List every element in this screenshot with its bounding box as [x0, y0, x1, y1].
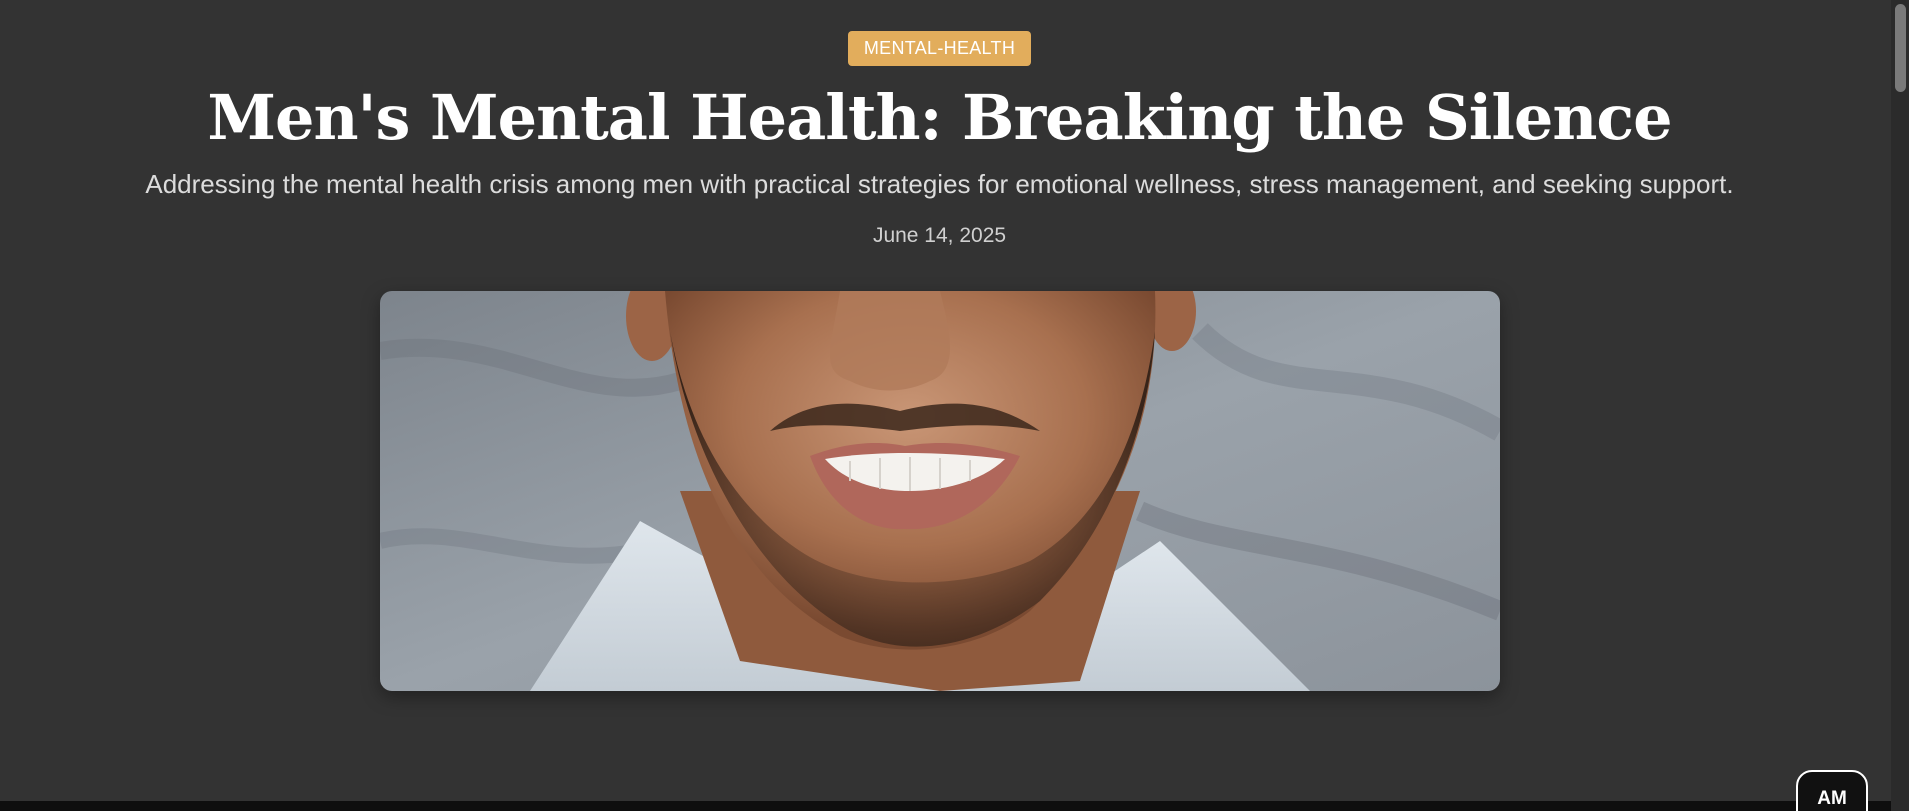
page-scrollbar[interactable]: [1891, 0, 1909, 811]
article-page: MENTAL-HEALTH Men's Mental Health: Break…: [0, 0, 1909, 811]
scrollbar-thumb[interactable]: [1895, 4, 1906, 92]
hero-image: [380, 291, 1500, 691]
article-title: Men's Mental Health: Breaking the Silenc…: [207, 81, 1672, 154]
publish-date: June 14, 2025: [872, 224, 1007, 247]
category-badge[interactable]: MENTAL-HEALTH: [848, 31, 1031, 66]
user-avatar-button[interactable]: AM: [1796, 770, 1868, 811]
article-subtitle: Addressing the mental health crisis amon…: [145, 169, 1734, 199]
bottom-bar: [0, 801, 1891, 811]
